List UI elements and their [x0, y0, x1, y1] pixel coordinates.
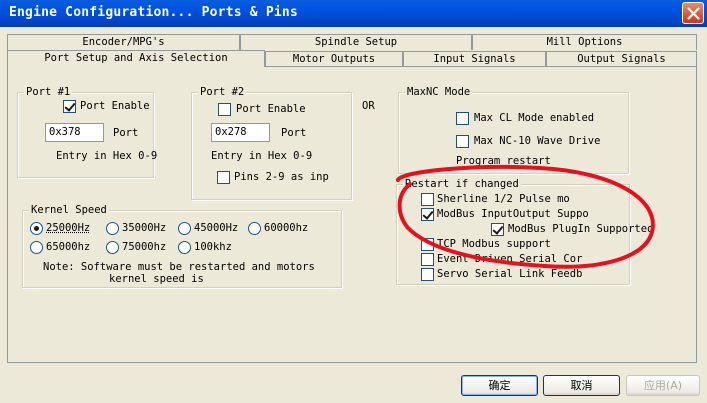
kernel-65000-label: 65000hz	[46, 241, 91, 253]
event-serial-checkbox[interactable]	[421, 253, 434, 266]
maxnc-group: MaxNC Mode Max CL Mode enabled Max NC-10…	[398, 86, 629, 174]
servo-serial-checkbox[interactable]	[421, 268, 434, 281]
kernel-100k-label: 100khz	[194, 241, 232, 253]
max-nc10-label: Max NC-10 Wave Drive	[474, 135, 601, 147]
window-title: Engine Configuration... Ports & Pins	[9, 5, 298, 20]
tab-input-signals[interactable]: Input Signals	[403, 51, 546, 67]
port2-group: Port #2 Port Enable 0x278 Port Entry in …	[191, 86, 352, 200]
modbus-io-label: ModBus InputOutput Suppo	[437, 208, 589, 220]
restart-group: Restart if changed Sherline 1/2 Pulse mo…	[396, 178, 653, 285]
cancel-button[interactable]: 取消	[543, 375, 620, 396]
port2-pins-label: Pins 2-9 as inp	[234, 171, 329, 183]
kernel-45000-radio[interactable]	[178, 222, 191, 235]
max-cl-label: Max CL Mode enabled	[474, 112, 595, 124]
kernel-note-line2: kernel speed is	[109, 273, 204, 285]
kernel-60000-radio[interactable]	[248, 222, 261, 235]
close-button[interactable]	[682, 2, 704, 24]
ok-button[interactable]: 确定	[461, 375, 538, 396]
sherline-label: Sherline 1/2 Pulse mo	[437, 193, 570, 205]
modbus-io-checkbox[interactable]	[421, 208, 434, 221]
maxnc-title: MaxNC Mode	[405, 86, 473, 98]
tab-motor-outputs[interactable]: Motor Outputs	[265, 51, 403, 67]
port1-enable-checkbox[interactable]	[63, 100, 76, 113]
servo-serial-label: Servo Serial Link Feedb	[437, 268, 583, 280]
port2-pins-checkbox[interactable]	[217, 171, 230, 184]
kernel-speed-group: Kernel Speed 25000Hz 35000Hz 45000Hz 600…	[22, 204, 342, 288]
port2-port-label: Port	[281, 127, 307, 139]
port1-address-input[interactable]: 0x378	[45, 123, 104, 142]
kernel-35000-radio[interactable]	[106, 222, 119, 235]
sherline-checkbox[interactable]	[421, 193, 434, 206]
port2-title: Port #2	[198, 86, 247, 98]
max-nc10-checkbox[interactable]	[456, 135, 469, 148]
event-serial-label: Event Driven Serial Cor	[437, 253, 583, 265]
port1-port-label: Port	[113, 127, 139, 139]
port1-group: Port #1 Port Enable 0x378 Port Entry in …	[17, 86, 158, 178]
modbus-plugin-label: ModBus PlugIn Supported	[508, 223, 654, 235]
kernel-speed-title: Kernel Speed	[29, 204, 109, 216]
kernel-25000-radio[interactable]	[30, 222, 43, 235]
kernel-65000-radio[interactable]	[30, 241, 43, 254]
kernel-75000-radio[interactable]	[106, 241, 119, 254]
kernel-75000-label: 75000hz	[122, 241, 167, 253]
kernel-35000-label: 35000Hz	[122, 222, 167, 234]
port1-title: Port #1	[24, 86, 73, 98]
title-bar: Engine Configuration... Ports & Pins	[0, 0, 707, 27]
modbus-plugin-checkbox[interactable]	[491, 223, 504, 236]
port2-enable-label: Port Enable	[236, 103, 306, 115]
tab-output-signals[interactable]: Output Signals	[546, 51, 697, 67]
kernel-60000-label: 60000hz	[264, 222, 309, 234]
kernel-25000-label: 25000Hz	[46, 222, 91, 234]
port2-address-input[interactable]: 0x278	[211, 123, 270, 142]
close-icon	[687, 7, 700, 20]
apply-button[interactable]: 应用(A)	[626, 375, 700, 396]
tab-encoder-mpgs[interactable]: Encoder/MPG's	[7, 34, 240, 50]
tab-panel: Port #1 Port Enable 0x378 Port Entry in …	[7, 66, 697, 363]
restart-title: Restart if changed	[403, 178, 521, 190]
tcp-modbus-checkbox[interactable]	[421, 238, 434, 251]
port1-hint: Entry in Hex 0-9	[56, 150, 158, 162]
program-restart-text: Program restart	[456, 155, 551, 167]
port2-hint: Entry in Hex 0-9	[211, 150, 313, 162]
kernel-45000-label: 45000Hz	[194, 222, 239, 234]
port2-enable-checkbox[interactable]	[218, 103, 231, 116]
tab-spindle-setup[interactable]: Spindle Setup	[240, 34, 472, 50]
tab-port-setup[interactable]: Port Setup and Axis Selection	[7, 50, 265, 67]
or-label: OR	[362, 100, 375, 112]
port1-enable-label: Port Enable	[80, 100, 150, 112]
tab-mill-options[interactable]: Mill Options	[472, 34, 697, 50]
kernel-100k-radio[interactable]	[178, 241, 191, 254]
max-cl-checkbox[interactable]	[456, 112, 469, 125]
tcp-modbus-label: TCP Modbus support	[437, 238, 551, 250]
